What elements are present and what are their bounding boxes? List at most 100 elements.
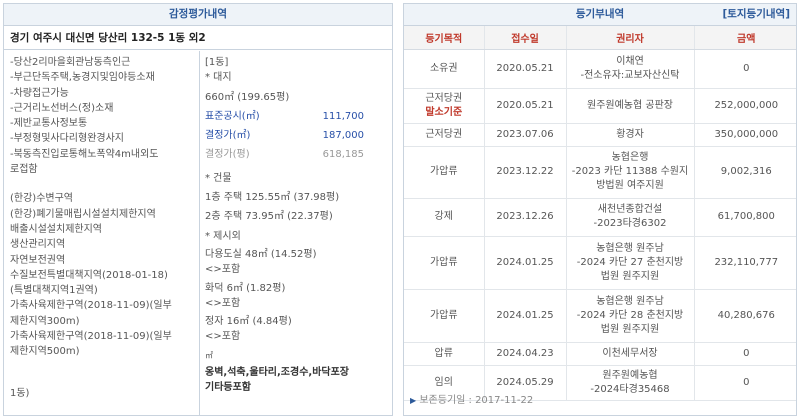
building-floor-2: 2층 주택 73.95㎡ (22.37평) <box>205 211 333 223</box>
note-line: -제반교통사정보통 <box>10 118 88 130</box>
zoning-line: 가축사육제한구역(2018-11-09)(일부 <box>10 331 172 343</box>
table-row: 가압류 2024.01.25 농협은행 원주남 -2024 카단 28 춘천지방… <box>404 289 796 343</box>
holder-cell: 원주원예농협 -2024타경35468 <box>566 365 695 401</box>
purpose-cell: 근저당권 <box>404 123 485 147</box>
holder-cell: 황경자 <box>566 123 695 147</box>
amount-cell: 40,280,676 <box>694 289 796 343</box>
amount-cell: 9,002,316 <box>694 146 796 199</box>
registry-table: 등기목적 접수일 권리자 금액 소유권 2020.05.21 이채연 -전소유자… <box>404 26 796 401</box>
zoning-line: 제한지역500m) <box>10 346 80 358</box>
exclusion-item: 다용도실 48㎡ (14.52평) <box>205 248 317 260</box>
appraisal-notes: -당산2리마을회관남동측인근 -부근단독주택,농경지및임야등소재 -차량접근가능… <box>4 51 200 415</box>
holder-line: -2024 카단 28 춘천지방 <box>576 309 684 321</box>
holder-cell: 새천년종합건설 -2023타경6302 <box>566 198 695 237</box>
note-line: -당산2리마을회관남동측인근 <box>10 57 131 68</box>
appraisal-price-value: 187,000 <box>322 130 364 142</box>
appraisal-price-row: 결정가(㎡) 187,000 <box>205 128 392 143</box>
official-price-row: 표준공시(㎡) 111,700 <box>205 109 392 124</box>
date-cell: 2024.01.25 <box>484 236 567 290</box>
registry-title: 등기부내역 <box>575 8 625 20</box>
amount-cell: 0 <box>694 342 796 366</box>
table-row: 강제 2023.12.26 새천년종합건설 -2023타경6302 61,700… <box>404 198 796 237</box>
note-line: -부근단독주택,농경지및임야등소재 <box>10 72 155 84</box>
note-line: -북동측진입로통해노폭약4m내외도 <box>10 148 159 160</box>
date-cell: 2020.05.21 <box>484 88 567 124</box>
exclusion-item: 정자 16㎡ (4.84평) <box>205 316 292 328</box>
date-cell: 2024.01.25 <box>484 289 567 343</box>
unit-mark: ㎡ <box>205 350 213 360</box>
holder-line: 방법원 여주지원 <box>596 180 664 191</box>
holder-line: 농협은행 원주남 <box>596 295 664 307</box>
building-number: [1동] <box>205 57 229 68</box>
zoning-line: 생산관리지역 <box>10 239 66 251</box>
purpose-cell: 가압류 <box>404 146 485 199</box>
appraisal-detail: [1동] * 대지 660㎡ (199.65평) 표준공시(㎡) 111,700… <box>201 51 392 415</box>
holder-cell: 농협은행 원주남 -2024 카단 28 춘천지방 법원 원주지원 <box>566 289 695 343</box>
zoning-line: 제한지역300m) <box>10 315 80 327</box>
zoning-line: 자연보전권역 <box>10 254 66 266</box>
pyeong-price-value: 618,185 <box>322 149 364 161</box>
col-header-date: 접수일 <box>484 26 567 50</box>
pyeong-price-row: 결정가(평) 618,185 <box>205 147 392 162</box>
holder-cell: 원주원예농협 공판장 <box>566 88 695 124</box>
exclusion-included: <>포함 <box>205 297 241 309</box>
holder-line: -전소유자:교보자산신탁 <box>580 69 680 81</box>
col-header-purpose: 등기목적 <box>404 26 485 50</box>
date-cell: 2023.07.06 <box>484 123 567 147</box>
table-row: 가압류 2024.01.25 농협은행 원주남 -2024 카단 27 춘천지방… <box>404 236 796 290</box>
land-registry-link[interactable]: [토지등기내역] <box>722 4 790 25</box>
date-cell: 2024.04.23 <box>484 342 567 366</box>
purpose-cell: 근저당권 말소기준 <box>404 88 485 124</box>
holder-line: -2024타경35468 <box>590 383 670 395</box>
col-header-holder: 권리자 <box>566 26 695 50</box>
registry-header: 등기부내역 [토지등기내역] <box>404 4 796 26</box>
exclusion-included: <>포함 <box>205 264 241 276</box>
facility-note: 옹벽,석축,울타리,조경수,바닥포장 <box>205 367 349 379</box>
purpose-text: 근저당권 <box>425 92 463 104</box>
registry-panel: 등기부내역 [토지등기내역] 등기목적 접수일 권리자 금액 소유권 2020.… <box>403 3 797 416</box>
holder-line: 법원 원주지원 <box>600 270 660 282</box>
date-cell: 2020.05.21 <box>484 49 567 89</box>
note-line: 로접함 <box>10 164 38 176</box>
land-area: 660㎡ (199.65평) <box>205 91 290 103</box>
date-cell: 2023.12.26 <box>484 198 567 237</box>
date-cell: 2023.12.22 <box>484 146 567 199</box>
amount-cell: 61,700,800 <box>694 198 796 237</box>
exclusion-included: <>포함 <box>205 331 241 343</box>
table-row: 소유권 2020.05.21 이채연 -전소유자:교보자산신탁 0 <box>404 49 796 89</box>
amount-cell: 232,110,777 <box>694 236 796 290</box>
holder-cell: 농협은행 -2023 카단 11388 수원지 방법원 여주지원 <box>566 146 695 199</box>
zoning-line: 1동) <box>10 387 30 399</box>
table-header-row: 등기목적 접수일 권리자 금액 <box>404 26 796 50</box>
zoning-line: (한강)폐기물매립시설설치제한지역 <box>10 208 156 220</box>
preservation-registry-date: ▶ 보존등기일 : 2017-11-22 <box>410 391 533 406</box>
note-line: -근거리노선버스(정)소재 <box>10 102 114 114</box>
land-label: * 대지 <box>205 72 232 84</box>
official-price-value: 111,700 <box>322 110 364 122</box>
table-row: 근저당권 2023.07.06 황경자 350,000,000 <box>404 123 796 147</box>
note-line: -차량접근가능 <box>10 87 69 99</box>
amount-cell: 252,000,000 <box>694 88 796 124</box>
exclusion-item: 화덕 6㎡ (1.82평) <box>205 282 286 294</box>
zoning-line: 가축사육제한구역(2018-11-09)(일부 <box>10 300 172 312</box>
zoning-line: 배출시설설치제한지역 <box>10 223 102 235</box>
baseline-badge: 말소기준 <box>425 106 463 118</box>
amount-cell: 350,000,000 <box>694 123 796 147</box>
col-header-amount: 금액 <box>694 26 796 50</box>
holder-cell: 이채연 -전소유자:교보자산신탁 <box>566 49 695 89</box>
amount-cell: 0 <box>694 365 796 401</box>
holder-cell: 이천세무서장 <box>566 342 695 366</box>
zoning-line: (특별대책지역1권역) <box>10 285 98 297</box>
holder-line: 이천세무서장 <box>602 347 658 359</box>
zoning-line: (한강)수변구역 <box>10 193 74 205</box>
building-label: * 건물 <box>205 172 232 184</box>
building-floor-1: 1층 주택 125.55㎡ (37.98평) <box>205 192 340 204</box>
table-row: 압류 2024.04.23 이천세무서장 0 <box>404 342 796 366</box>
amount-cell: 0 <box>694 49 796 89</box>
holder-line: 농협은행 <box>611 152 649 163</box>
holder-line: 황경자 <box>616 128 644 140</box>
zoning-line: 수질보전특별대책지역(2018-01-18) <box>10 269 168 281</box>
appraisal-panel: 감정평가내역 경기 여주시 대신면 당산리 132-5 1동 외2 -당산2리마… <box>3 3 393 416</box>
holder-cell: 농협은행 원주남 -2024 카단 27 춘천지방 법원 원주지원 <box>566 236 695 290</box>
exclusion-label: * 제시외 <box>205 230 241 242</box>
